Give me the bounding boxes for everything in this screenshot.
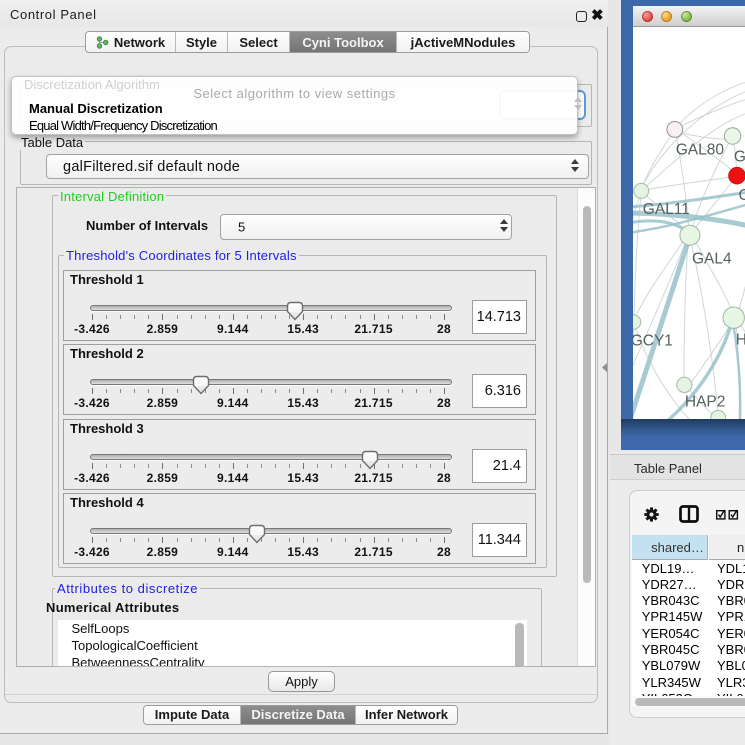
svg-text:GAL4: GAL4 xyxy=(692,251,732,268)
svg-text:H: H xyxy=(736,332,745,349)
svg-text:GAL11: GAL11 xyxy=(643,201,690,218)
svg-text:GA: GA xyxy=(734,149,745,166)
svg-text:C: C xyxy=(739,187,745,204)
svg-text:GAL80: GAL80 xyxy=(676,142,725,159)
svg-text:GCY1: GCY1 xyxy=(633,333,673,350)
svg-text:HAP2: HAP2 xyxy=(685,394,726,411)
